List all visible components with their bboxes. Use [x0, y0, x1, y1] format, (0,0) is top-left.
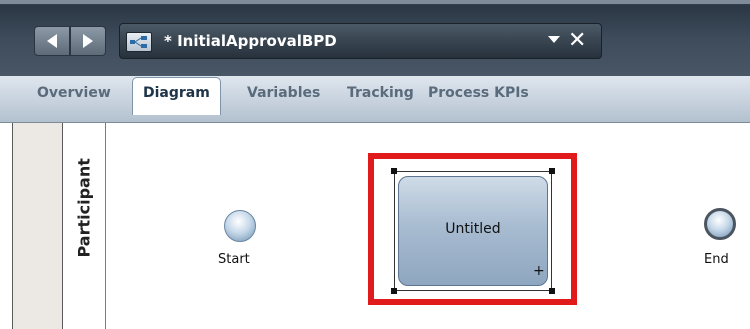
- task-label: Untitled: [445, 221, 501, 237]
- resize-handle-bottom-left[interactable]: [391, 288, 397, 294]
- expand-plus-icon[interactable]: +: [533, 263, 545, 279]
- tab-variables[interactable]: Variables: [247, 85, 320, 101]
- close-icon[interactable]: ✕: [568, 27, 586, 55]
- end-event[interactable]: [704, 208, 736, 240]
- resize-handle-top-right[interactable]: [549, 168, 555, 174]
- start-event[interactable]: [224, 210, 256, 242]
- process-diagram-icon: [126, 32, 152, 52]
- end-event-label: End: [704, 252, 729, 267]
- chevron-right-icon: [83, 34, 93, 48]
- lane-label: Participant: [74, 158, 94, 258]
- tab-process-kpis[interactable]: Process KPIs: [428, 85, 529, 101]
- activity-task[interactable]: Untitled +: [398, 176, 548, 286]
- pool-edge: [0, 123, 13, 329]
- resize-handle-bottom-right[interactable]: [549, 288, 555, 294]
- tab-diagram[interactable]: Diagram: [132, 77, 221, 115]
- dropdown-icon[interactable]: [548, 36, 560, 44]
- window-border: [0, 0, 750, 4]
- document-title: * InitialApprovalBPD: [164, 32, 337, 50]
- diagram-canvas[interactable]: Start Untitled + End: [106, 123, 750, 329]
- document-tab[interactable]: * InitialApprovalBPD ✕: [119, 23, 602, 59]
- back-button[interactable]: [34, 26, 70, 56]
- start-event-label: Start: [218, 252, 250, 267]
- participant-lane-header[interactable]: Participant: [63, 123, 106, 329]
- editor-toolbar: * InitialApprovalBPD ✕: [0, 0, 750, 83]
- resize-handle-top-left[interactable]: [391, 168, 397, 174]
- forward-button[interactable]: [70, 26, 106, 56]
- pool-header: [13, 123, 63, 329]
- tab-overview[interactable]: Overview: [37, 85, 111, 101]
- chevron-left-icon: [47, 34, 57, 48]
- tab-tracking[interactable]: Tracking: [347, 85, 414, 101]
- tab-bar: Overview Diagram Variables Tracking Proc…: [0, 76, 750, 123]
